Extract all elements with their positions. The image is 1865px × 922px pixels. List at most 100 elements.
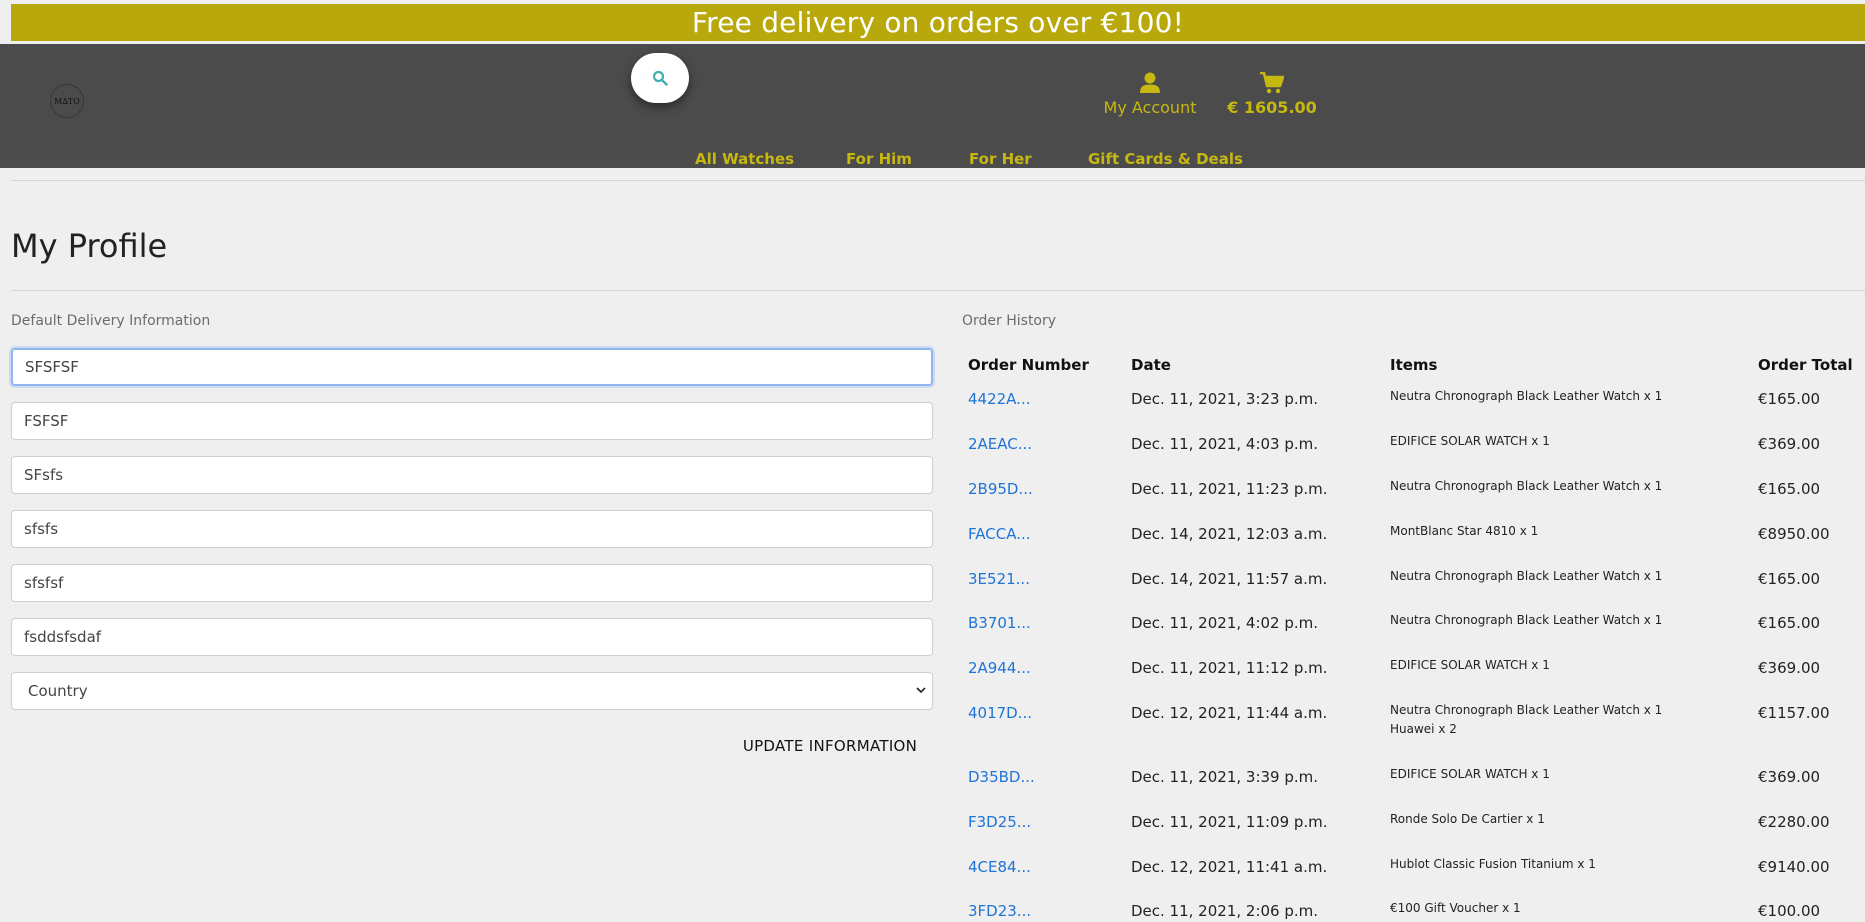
table-row: 2A944... Dec. 11, 2021, 11:12 p.m. EDIFI… xyxy=(0,658,1865,677)
order-number-link[interactable]: 2AEAC... xyxy=(968,435,1032,453)
table-row: 2AEAC... Dec. 11, 2021, 4:03 p.m. EDIFIC… xyxy=(0,434,1865,453)
page-title: My Profile xyxy=(11,227,168,265)
order-items: Neutra Chronograph Black Leather Watch x… xyxy=(1390,701,1662,739)
delivery-field-address-2[interactable] xyxy=(11,510,933,548)
promo-banner: Free delivery on orders over €100! xyxy=(11,4,1865,41)
order-number-link[interactable]: 2B95D... xyxy=(968,480,1033,498)
order-date: Dec. 11, 2021, 11:12 p.m. xyxy=(1131,659,1328,677)
order-total: €9140.00 xyxy=(1758,858,1830,876)
order-number-link[interactable]: 3E521... xyxy=(968,570,1030,588)
order-item: MontBlanc Star 4810 x 1 xyxy=(1390,524,1539,538)
order-items: MontBlanc Star 4810 x 1 xyxy=(1390,522,1538,541)
order-total: €165.00 xyxy=(1758,390,1821,408)
order-date: Dec. 11, 2021, 11:09 p.m. xyxy=(1131,813,1328,831)
order-date: Dec. 14, 2021, 11:57 a.m. xyxy=(1131,570,1328,588)
order-items: Hublot Classic Fusion Titanium x 1 xyxy=(1390,855,1596,874)
order-items: EDIFICE SOLAR WATCH x 1 xyxy=(1390,765,1550,784)
order-date: Dec. 12, 2021, 11:41 a.m. xyxy=(1131,858,1328,876)
table-row: 4422A... Dec. 11, 2021, 3:23 p.m. Neutra… xyxy=(0,389,1865,408)
order-number-link[interactable]: F3D25... xyxy=(968,813,1031,831)
order-number-link[interactable]: B3701... xyxy=(968,614,1031,632)
order-item: Neutra Chronograph Black Leather Watch x… xyxy=(1390,569,1663,583)
order-item: Neutra Chronograph Black Leather Watch x… xyxy=(1390,613,1663,627)
order-number-link[interactable]: 2A944... xyxy=(968,659,1031,677)
order-date: Dec. 11, 2021, 3:39 p.m. xyxy=(1131,768,1319,786)
order-history-heading: Order History xyxy=(962,313,1057,329)
order-items: Neutra Chronograph Black Leather Watch x… xyxy=(1390,477,1662,496)
nav-for-him[interactable]: For Him xyxy=(846,150,912,168)
order-date: Dec. 11, 2021, 4:02 p.m. xyxy=(1131,614,1319,632)
order-number-link[interactable]: 4422A... xyxy=(968,390,1030,408)
order-total: €369.00 xyxy=(1758,659,1821,677)
order-total: €165.00 xyxy=(1758,570,1821,588)
order-item: EDIFICE SOLAR WATCH x 1 xyxy=(1390,658,1550,672)
cart-total: € 1605.00 xyxy=(1227,98,1317,117)
site-logo[interactable]: M∆TO xyxy=(50,84,84,118)
delivery-field-postcode[interactable] xyxy=(11,618,933,656)
table-row: FACCA... Dec. 14, 2021, 12:03 a.m. MontB… xyxy=(0,524,1865,543)
delivery-field-full-name[interactable] xyxy=(11,348,933,386)
column-header-order-total: Order Total xyxy=(1758,356,1853,374)
column-header-order-number: Order Number xyxy=(968,356,1089,374)
order-items: EDIFICE SOLAR WATCH x 1 xyxy=(1390,656,1550,675)
column-header-date: Date xyxy=(1131,356,1171,374)
my-account-label: My Account xyxy=(1103,98,1197,117)
nav-for-her[interactable]: For Her xyxy=(969,150,1032,168)
order-number-link[interactable]: FACCA... xyxy=(968,525,1031,543)
table-row: 2B95D... Dec. 11, 2021, 11:23 p.m. Neutr… xyxy=(0,479,1865,498)
table-row: D35BD... Dec. 11, 2021, 3:39 p.m. EDIFIC… xyxy=(0,767,1865,786)
order-item: Neutra Chronograph Black Leather Watch x… xyxy=(1390,389,1663,403)
order-item: Neutra Chronograph Black Leather Watch x… xyxy=(1390,703,1663,717)
table-row: B3701... Dec. 11, 2021, 4:02 p.m. Neutra… xyxy=(0,613,1865,632)
order-total: €369.00 xyxy=(1758,435,1821,453)
order-total: €165.00 xyxy=(1758,480,1821,498)
table-row: 4CE84... Dec. 12, 2021, 11:41 a.m. Hublo… xyxy=(0,857,1865,876)
shopping-cart-icon xyxy=(1260,72,1284,94)
main-nav: All Watches For Him For Her Gift Cards &… xyxy=(0,150,1865,168)
column-header-items: Items xyxy=(1390,356,1438,374)
order-item: Ronde Solo De Cartier x 1 xyxy=(1390,812,1545,826)
table-row: 4017D... Dec. 12, 2021, 11:44 a.m. Neutr… xyxy=(0,703,1865,736)
my-account-link[interactable]: My Account xyxy=(1090,72,1210,117)
order-item: Huawei x 2 xyxy=(1390,722,1457,736)
order-item: EDIFICE SOLAR WATCH x 1 xyxy=(1390,434,1550,448)
order-item: Neutra Chronograph Black Leather Watch x… xyxy=(1390,479,1663,493)
order-number-link[interactable]: D35BD... xyxy=(968,768,1035,786)
order-date: Dec. 11, 2021, 2:06 p.m. xyxy=(1131,902,1319,920)
divider xyxy=(11,180,1865,181)
divider xyxy=(11,290,1865,291)
search-button[interactable] xyxy=(631,53,689,103)
order-date: Dec. 12, 2021, 11:44 a.m. xyxy=(1131,704,1328,722)
order-item: EDIFICE SOLAR WATCH x 1 xyxy=(1390,767,1550,781)
user-icon xyxy=(1140,72,1160,93)
table-row: 3E521... Dec. 14, 2021, 11:57 a.m. Neutr… xyxy=(0,569,1865,588)
order-date: Dec. 11, 2021, 11:23 p.m. xyxy=(1131,480,1328,498)
order-item: Hublot Classic Fusion Titanium x 1 xyxy=(1390,857,1596,871)
order-item: €100 Gift Voucher x 1 xyxy=(1390,901,1521,915)
table-row: 3FD23... Dec. 11, 2021, 2:06 p.m. €100 G… xyxy=(0,901,1865,920)
delivery-field-address-1[interactable] xyxy=(11,456,933,494)
promo-banner-text: Free delivery on orders over €100! xyxy=(691,5,1185,39)
order-items: €100 Gift Voucher x 1 xyxy=(1390,899,1521,918)
order-number-link[interactable]: 3FD23... xyxy=(968,902,1031,920)
nav-all-watches[interactable]: All Watches xyxy=(695,150,794,168)
table-row: F3D25... Dec. 11, 2021, 11:09 p.m. Ronde… xyxy=(0,812,1865,831)
order-items: Neutra Chronograph Black Leather Watch x… xyxy=(1390,567,1662,586)
order-number-link[interactable]: 4CE84... xyxy=(968,858,1031,876)
chevron-down-icon xyxy=(916,687,926,694)
update-information-button[interactable]: UPDATE INFORMATION xyxy=(738,734,922,758)
order-items: EDIFICE SOLAR WATCH x 1 xyxy=(1390,432,1550,451)
cart-link[interactable]: € 1605.00 xyxy=(1216,72,1328,117)
delivery-heading: Default Delivery Information xyxy=(11,313,211,329)
order-items: Neutra Chronograph Black Leather Watch x… xyxy=(1390,611,1662,630)
order-total: €369.00 xyxy=(1758,768,1821,786)
order-date: Dec. 14, 2021, 12:03 a.m. xyxy=(1131,525,1328,543)
order-date: Dec. 11, 2021, 4:03 p.m. xyxy=(1131,435,1319,453)
order-total: €2280.00 xyxy=(1758,813,1830,831)
order-total: €165.00 xyxy=(1758,614,1821,632)
order-number-link[interactable]: 4017D... xyxy=(968,704,1032,722)
nav-gift-cards-deals[interactable]: Gift Cards & Deals xyxy=(1088,150,1243,168)
order-total: €100.00 xyxy=(1758,902,1821,920)
country-select-value: Country xyxy=(28,682,88,700)
order-items: Ronde Solo De Cartier x 1 xyxy=(1390,810,1545,829)
